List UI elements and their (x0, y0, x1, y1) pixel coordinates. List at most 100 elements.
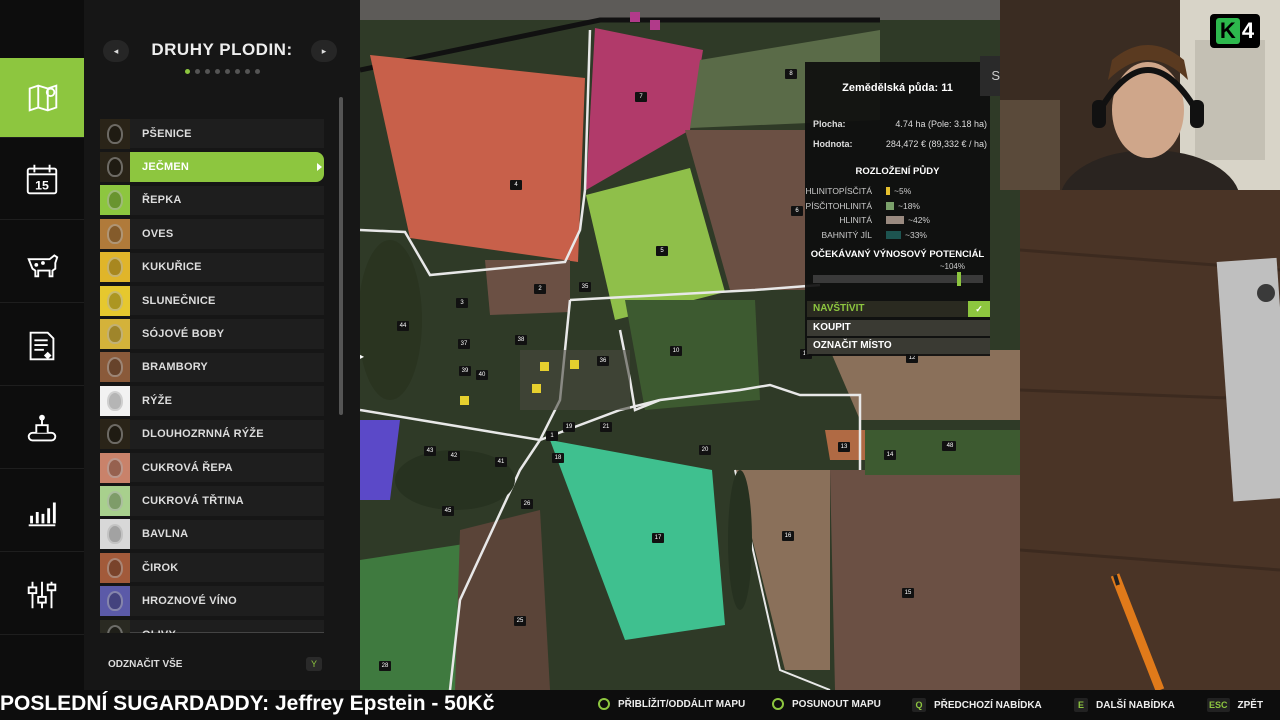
field-number-label[interactable]: 6 (791, 206, 803, 216)
field-number-label[interactable]: 36 (597, 356, 609, 366)
crop-icon (100, 419, 130, 450)
rail-animals-tab[interactable] (0, 223, 84, 303)
field-number-label[interactable]: 38 (515, 335, 527, 345)
next-page-button[interactable]: ▸ (311, 40, 337, 62)
pan-map-hint[interactable]: POSUNOUT MAPU (772, 698, 881, 710)
channel-logo: K4 (1210, 14, 1260, 48)
crop-icon (100, 152, 130, 183)
crop-label: PŠENICE (142, 127, 192, 140)
statistics-icon (28, 502, 56, 526)
crop-item[interactable]: HROZNOVÉ VÍNO (100, 584, 324, 617)
field-number-label[interactable]: 14 (884, 450, 896, 460)
field-number-label[interactable]: 8 (785, 69, 797, 79)
soil-title: ROZLOŽENÍ PŮDY (855, 166, 940, 177)
crop-item[interactable]: BAVLNA (100, 518, 324, 551)
crop-icon (100, 252, 130, 283)
crop-item[interactable]: SÓJOVÉ BOBY (100, 317, 324, 350)
soil-row: HLINITOPÍSČITÁ ~5% (805, 186, 912, 196)
back-hint[interactable]: ESC ZPĚT (1207, 698, 1263, 712)
crop-icon (100, 485, 130, 516)
field-number-label[interactable]: 39 (459, 366, 471, 376)
bottom-bar: POSLEDNÍ SUGARDADDY: Jeffrey Epstein - 5… (0, 690, 1280, 720)
crop-item[interactable]: BRAMBORY (100, 351, 324, 384)
rail-map-tab[interactable] (0, 58, 92, 138)
settings-icon (27, 581, 57, 608)
field-number-label[interactable]: 20 (699, 445, 711, 455)
svg-text:15: 15 (35, 178, 49, 192)
crop-icon (100, 218, 130, 249)
crop-item[interactable]: OLIVY (100, 618, 324, 633)
crop-icon (100, 319, 130, 350)
yield-title: OČEKÁVANÝ VÝNOSOVÝ POTENCIÁL (810, 249, 985, 260)
field-number-label[interactable]: 45 (442, 506, 454, 516)
crop-label: OLIVY (142, 629, 176, 633)
crop-item[interactable]: OVES (100, 217, 324, 250)
rail-statistics-tab[interactable] (0, 472, 84, 552)
prev-menu-hint[interactable]: Q PŘEDCHOZÍ NABÍDKA (912, 698, 1042, 712)
crop-types-panel: ◂ DRUHY PLODIN: ▸ PŠENICE JEČMEN ŘEPKA OVES… (84, 0, 360, 690)
field-number-label[interactable]: 1 (546, 431, 558, 441)
next-menu-hint[interactable]: E DALŠÍ NABÍDKA (1074, 698, 1175, 712)
page-dot[interactable] (234, 69, 240, 74)
field-number-label[interactable]: 4 (510, 180, 522, 190)
rail-production-tab[interactable] (0, 389, 84, 469)
page-dot[interactable] (224, 69, 230, 74)
page-dot[interactable] (254, 69, 260, 74)
crop-item[interactable]: DLOUHOZRNNÁ RÝŽE (100, 418, 324, 451)
field-number-label[interactable]: 15 (902, 588, 914, 598)
page-dot[interactable] (244, 69, 250, 74)
buy-button[interactable]: KOUPIT (807, 320, 990, 336)
field-number-label[interactable]: 28 (379, 661, 391, 671)
field-number-label[interactable]: 2 (534, 284, 546, 294)
deselect-all-button[interactable]: ODZNAČIT VŠE (108, 659, 182, 670)
soil-row: HLINITÁ ~42% (839, 215, 930, 225)
crop-item[interactable]: KUKUŘICE (100, 251, 324, 284)
field-number-label[interactable]: 25 (514, 616, 526, 626)
field-number-label[interactable]: 18 (552, 453, 564, 463)
mark-location-button[interactable]: OZNAČIT MÍSTO (807, 338, 990, 354)
field-number-label[interactable]: 17 (652, 533, 664, 543)
crop-item[interactable]: PŠENICE (100, 117, 324, 150)
crop-label: ŘEPKA (142, 194, 182, 207)
field-number-label[interactable]: 13 (838, 442, 850, 452)
page-dot[interactable] (214, 69, 220, 74)
field-number-label[interactable]: 44 (397, 321, 409, 331)
field-number-label[interactable]: 35 (579, 282, 591, 292)
rail-settings-tab[interactable] (0, 555, 84, 635)
crop-list-scrollbar[interactable] (339, 97, 343, 415)
field-number-label[interactable]: 3 (456, 298, 468, 308)
field-number-label[interactable]: 10 (670, 346, 682, 356)
crop-item[interactable]: CUKROVÁ TŘTINA (100, 484, 324, 517)
field-number-label[interactable]: 37 (458, 339, 470, 349)
page-dot[interactable] (184, 69, 190, 74)
rail-contracts-tab[interactable] (0, 306, 84, 386)
field-number-label[interactable]: 26 (521, 499, 533, 509)
yield-bar (813, 272, 983, 286)
rail-calendar-tab[interactable]: 15 (0, 140, 84, 220)
crop-item[interactable]: ŘEPKA (100, 184, 324, 217)
crop-item[interactable]: ČIROK (100, 551, 324, 584)
crop-item[interactable]: CUKROVÁ ŘEPA (100, 451, 324, 484)
mouse-drag-icon (772, 698, 784, 710)
collapse-panel-arrow[interactable]: ▸ (360, 352, 364, 361)
crop-item[interactable]: SLUNEČNICE (100, 284, 324, 317)
field-number-label[interactable]: 5 (656, 246, 668, 256)
field-number-label[interactable]: 19 (563, 422, 575, 432)
field-number-label[interactable]: 21 (600, 422, 612, 432)
field-number-label[interactable]: 41 (495, 457, 507, 467)
field-number-label[interactable]: 7 (635, 92, 647, 102)
soil-row: PÍSČITOHLINITÁ ~18% (805, 200, 920, 211)
crop-item[interactable]: JEČMEN (100, 150, 324, 183)
field-number-label[interactable]: 42 (448, 451, 460, 461)
visit-button[interactable]: NAVŠTÍVIT ✓ (807, 301, 990, 317)
crop-item[interactable]: RÝŽE (100, 384, 324, 417)
page-dots (84, 69, 360, 74)
field-number-label[interactable]: 48 (944, 441, 956, 451)
page-dot[interactable] (194, 69, 200, 74)
crop-label: BRAMBORY (142, 361, 208, 374)
zoom-map-hint[interactable]: PŘIBLÍŽIT/ODDÁLIT MAPU (598, 698, 745, 710)
field-number-label[interactable]: 43 (424, 446, 436, 456)
field-number-label[interactable]: 40 (476, 370, 488, 380)
field-number-label[interactable]: 16 (782, 531, 794, 541)
page-dot[interactable] (204, 69, 210, 74)
